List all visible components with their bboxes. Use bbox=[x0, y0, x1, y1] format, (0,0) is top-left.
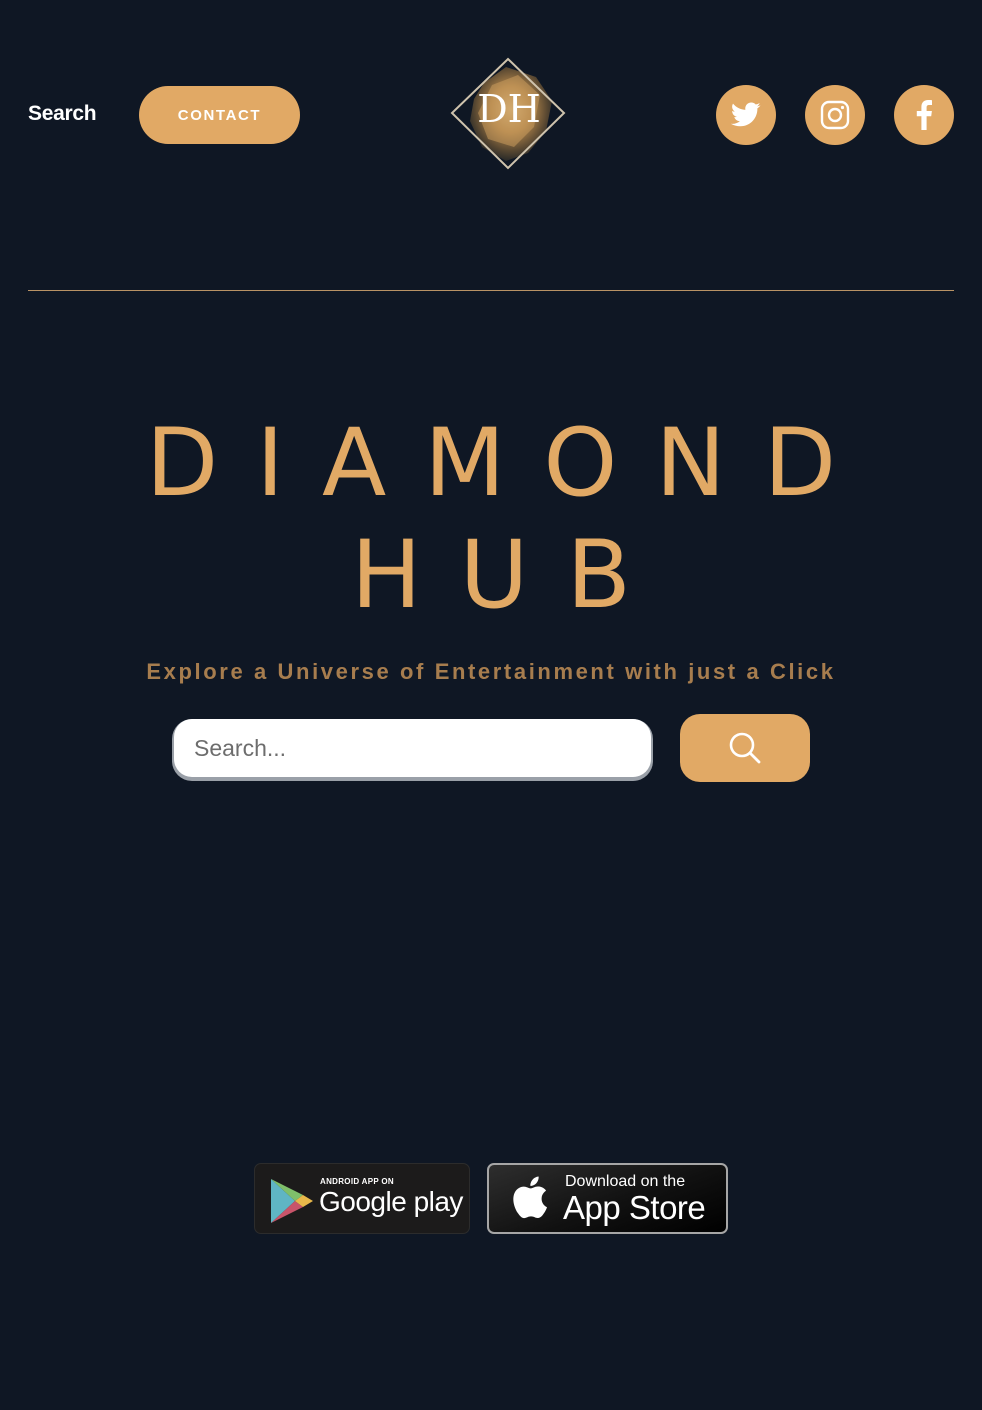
app-store-big-text: App Store bbox=[563, 1189, 706, 1226]
logo-text: DH bbox=[477, 87, 541, 131]
google-play-badge[interactable]: ANDROID APP ON Google play bbox=[254, 1163, 470, 1234]
app-store-badge[interactable]: Download on the App Store bbox=[487, 1163, 728, 1234]
hero-title-line1: DIAMOND bbox=[145, 409, 875, 518]
instagram-button[interactable] bbox=[805, 85, 865, 145]
facebook-icon bbox=[916, 100, 932, 130]
twitter-icon bbox=[731, 102, 761, 127]
search-input[interactable] bbox=[174, 719, 651, 777]
logo[interactable]: DH bbox=[448, 55, 568, 173]
search-link[interactable]: Search bbox=[28, 102, 97, 126]
twitter-button[interactable] bbox=[716, 85, 776, 145]
google-badge-small-text: ANDROID APP ON bbox=[320, 1177, 394, 1186]
contact-button[interactable]: CONTACT bbox=[139, 86, 300, 144]
facebook-button[interactable] bbox=[894, 85, 954, 145]
header-divider bbox=[28, 290, 954, 291]
google-play-icon bbox=[271, 1179, 313, 1223]
search-button[interactable] bbox=[680, 714, 810, 782]
diamond-logo-icon: DH bbox=[450, 57, 566, 170]
instagram-icon bbox=[820, 100, 850, 130]
hero-title: DIAMOND HUB bbox=[0, 408, 982, 632]
search-icon bbox=[729, 732, 761, 764]
google-badge-big-text: Google play bbox=[319, 1186, 463, 1217]
hero-title-line2: HUB bbox=[351, 521, 669, 630]
hero-tagline: Explore a Universe of Entertainment with… bbox=[146, 659, 836, 684]
apple-icon bbox=[513, 1176, 547, 1219]
